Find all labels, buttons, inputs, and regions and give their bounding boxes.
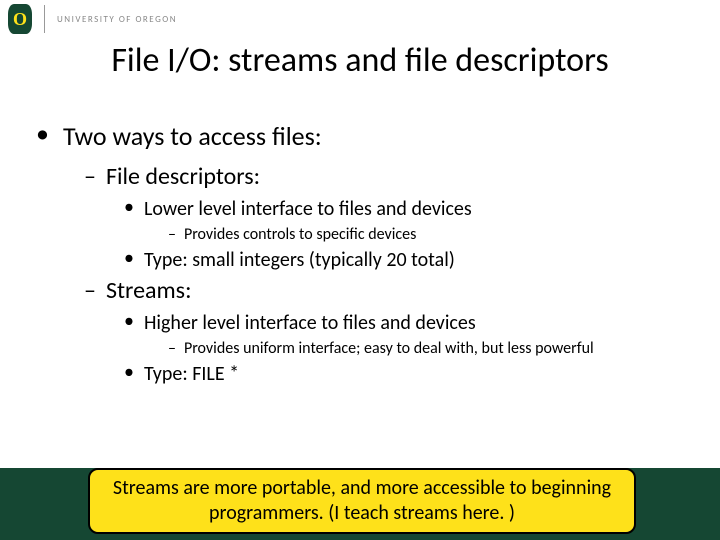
fd-p2: Type: small integers (typically 20 total…	[144, 248, 455, 272]
bullet-lvl3: • Type: small integers (typically 20 tot…	[124, 248, 692, 272]
slide: O UNIVERSITY OF OREGON File I/O: streams…	[0, 0, 720, 540]
bullet-lvl3: • Higher level interface to files and de…	[124, 311, 692, 335]
bullet-dash-icon: –	[84, 162, 96, 191]
fd-p1a: Provides controls to specific devices	[184, 225, 416, 244]
bullet-dot-icon: •	[124, 362, 134, 386]
streams-p2: Type: FILE *	[144, 362, 239, 386]
bullet-lvl4: – Provides uniform interface; easy to de…	[168, 339, 692, 358]
streams-p1a: Provides uniform interface; easy to deal…	[184, 339, 594, 358]
slide-body: • Two ways to access files: – File descr…	[36, 120, 692, 390]
bullet-dot-icon: •	[36, 120, 49, 152]
streams-p1: Higher level interface to files and devi…	[144, 311, 476, 335]
bullet-lvl3: • Type: FILE *	[124, 362, 692, 386]
callout-text: Streams are more portable, and more acce…	[113, 476, 611, 525]
intro-text: Two ways to access files:	[63, 120, 322, 152]
streams-heading: Streams:	[106, 276, 192, 305]
bullet-lvl2: – File descriptors:	[84, 162, 692, 191]
bullet-lvl1: • Two ways to access files:	[36, 120, 692, 152]
bullet-dot-icon: •	[124, 311, 134, 335]
logo-letter: O	[13, 9, 27, 30]
slide-title: File I/O: streams and file descriptors	[0, 40, 720, 81]
bullet-dash-icon: –	[168, 339, 176, 358]
bullet-dash-icon: –	[84, 276, 96, 305]
oregon-o-logo: O	[8, 4, 32, 34]
university-name: UNIVERSITY OF OREGON	[57, 14, 177, 25]
fd-p1: Lower level interface to files and devic…	[144, 197, 472, 221]
bullet-dot-icon: •	[124, 248, 134, 272]
bullet-lvl2: – Streams:	[84, 276, 692, 305]
fd-heading: File descriptors:	[106, 162, 260, 191]
callout-box: Streams are more portable, and more acce…	[88, 468, 636, 534]
bullet-lvl4: – Provides controls to specific devices	[168, 225, 692, 244]
bullet-lvl3: • Lower level interface to files and dev…	[124, 197, 692, 221]
logo-divider	[44, 5, 45, 33]
bullet-dash-icon: –	[168, 225, 176, 244]
bullet-dot-icon: •	[124, 197, 134, 221]
brand-header: O UNIVERSITY OF OREGON	[8, 4, 177, 34]
